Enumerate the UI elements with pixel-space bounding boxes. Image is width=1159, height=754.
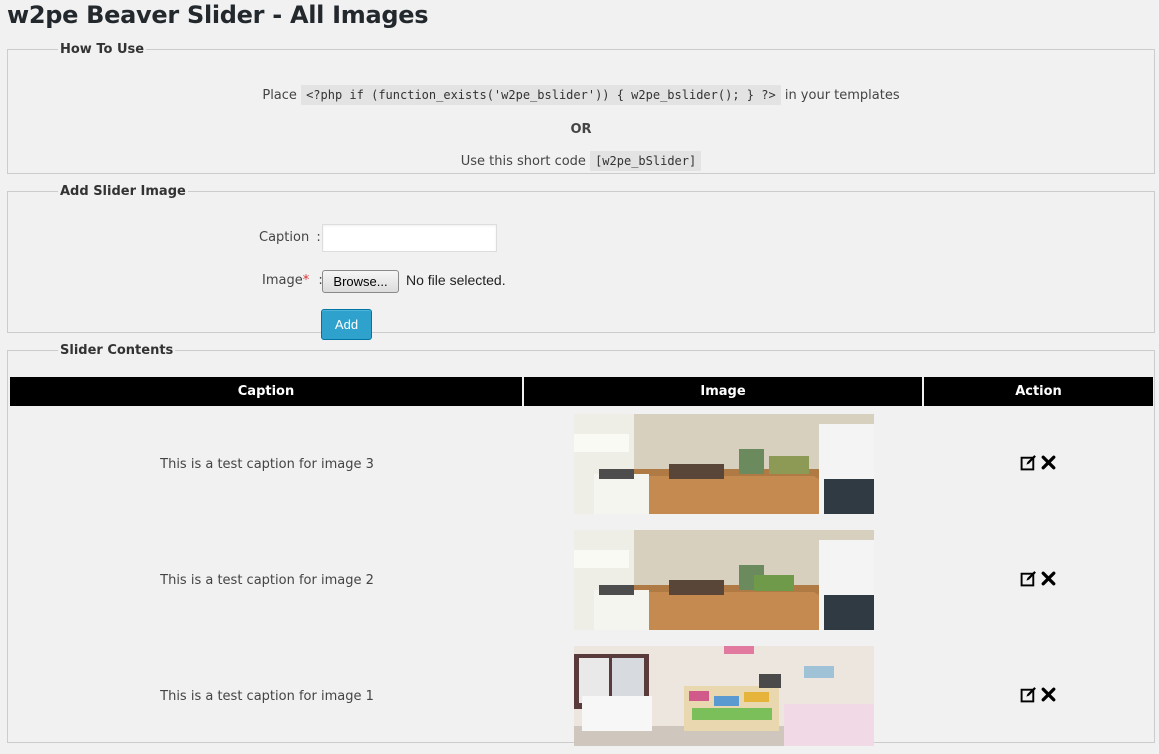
template-usage-suffix: in your templates — [784, 88, 900, 103]
row-image-cell — [524, 406, 924, 522]
caption-colon: : — [316, 230, 321, 245]
row-image-cell — [524, 638, 924, 754]
caption-label-row: Caption : — [259, 230, 321, 245]
caption-label: Caption — [259, 230, 310, 245]
template-usage-line: Place <?php if (function_exists('w2pe_bs… — [8, 85, 1154, 105]
row-actions — [924, 522, 1153, 638]
table-header-row: Caption Image Action — [10, 377, 1153, 406]
delete-icon[interactable] — [1040, 570, 1057, 587]
template-usage-prefix: Place — [262, 88, 297, 103]
table-row: This is a test caption for image 2 — [10, 522, 1153, 638]
row-caption: This is a test caption for image 1 — [160, 688, 374, 704]
column-header-image: Image — [524, 377, 924, 406]
slider-contents-table: Caption Image Action This is a test capt… — [10, 377, 1153, 754]
edit-icon[interactable] — [1020, 570, 1037, 587]
row-actions — [924, 406, 1153, 522]
table-row: This is a test caption for image 3 — [10, 406, 1153, 522]
row-caption: This is a test caption for image 2 — [160, 572, 374, 588]
row-actions — [924, 638, 1153, 754]
row-caption: This is a test caption for image 3 — [160, 456, 374, 472]
delete-icon[interactable] — [1040, 686, 1057, 703]
shortcode-snippet: [w2pe_bSlider] — [590, 151, 702, 171]
required-mark: * — [302, 273, 310, 288]
delete-icon[interactable] — [1040, 454, 1057, 471]
page-title: w2pe Beaver Slider - All Images — [7, 1, 429, 29]
slider-contents-legend: Slider Contents — [60, 343, 174, 358]
column-header-action: Action — [924, 377, 1153, 406]
add-slider-image-section: Add Slider Image Caption : Image* : Brow… — [7, 184, 1155, 340]
row-image-cell — [524, 522, 924, 638]
playroom-photo — [574, 646, 874, 746]
column-header-caption: Caption — [10, 377, 524, 406]
slider-contents-section: Slider Contents Caption Image Action Thi… — [7, 343, 1155, 746]
add-button[interactable]: Add — [321, 309, 372, 340]
file-status-text: No file selected. — [406, 272, 506, 288]
browse-button[interactable]: Browse... — [322, 270, 399, 293]
php-code-snippet: <?php if (function_exists('w2pe_bslider'… — [301, 85, 781, 105]
shortcode-usage-line: Use this short code [w2pe_bSlider] — [8, 151, 1154, 171]
image-label: Image — [262, 273, 303, 288]
kitchen-living-room-photo — [574, 530, 874, 630]
or-separator: OR — [570, 122, 592, 137]
caption-input[interactable] — [322, 224, 497, 252]
table-row: This is a test caption for image 1 — [10, 638, 1153, 754]
how-to-use-section: How To Use Place <?php if (function_exis… — [7, 42, 1155, 174]
add-slider-image-legend: Add Slider Image — [60, 184, 186, 199]
edit-icon[interactable] — [1020, 686, 1037, 703]
how-to-use-legend: How To Use — [60, 42, 145, 57]
edit-icon[interactable] — [1020, 454, 1037, 471]
image-label-row: Image* : — [262, 273, 323, 288]
shortcode-usage-prefix: Use this short code — [460, 154, 586, 169]
kitchen-living-room-photo — [574, 414, 874, 514]
